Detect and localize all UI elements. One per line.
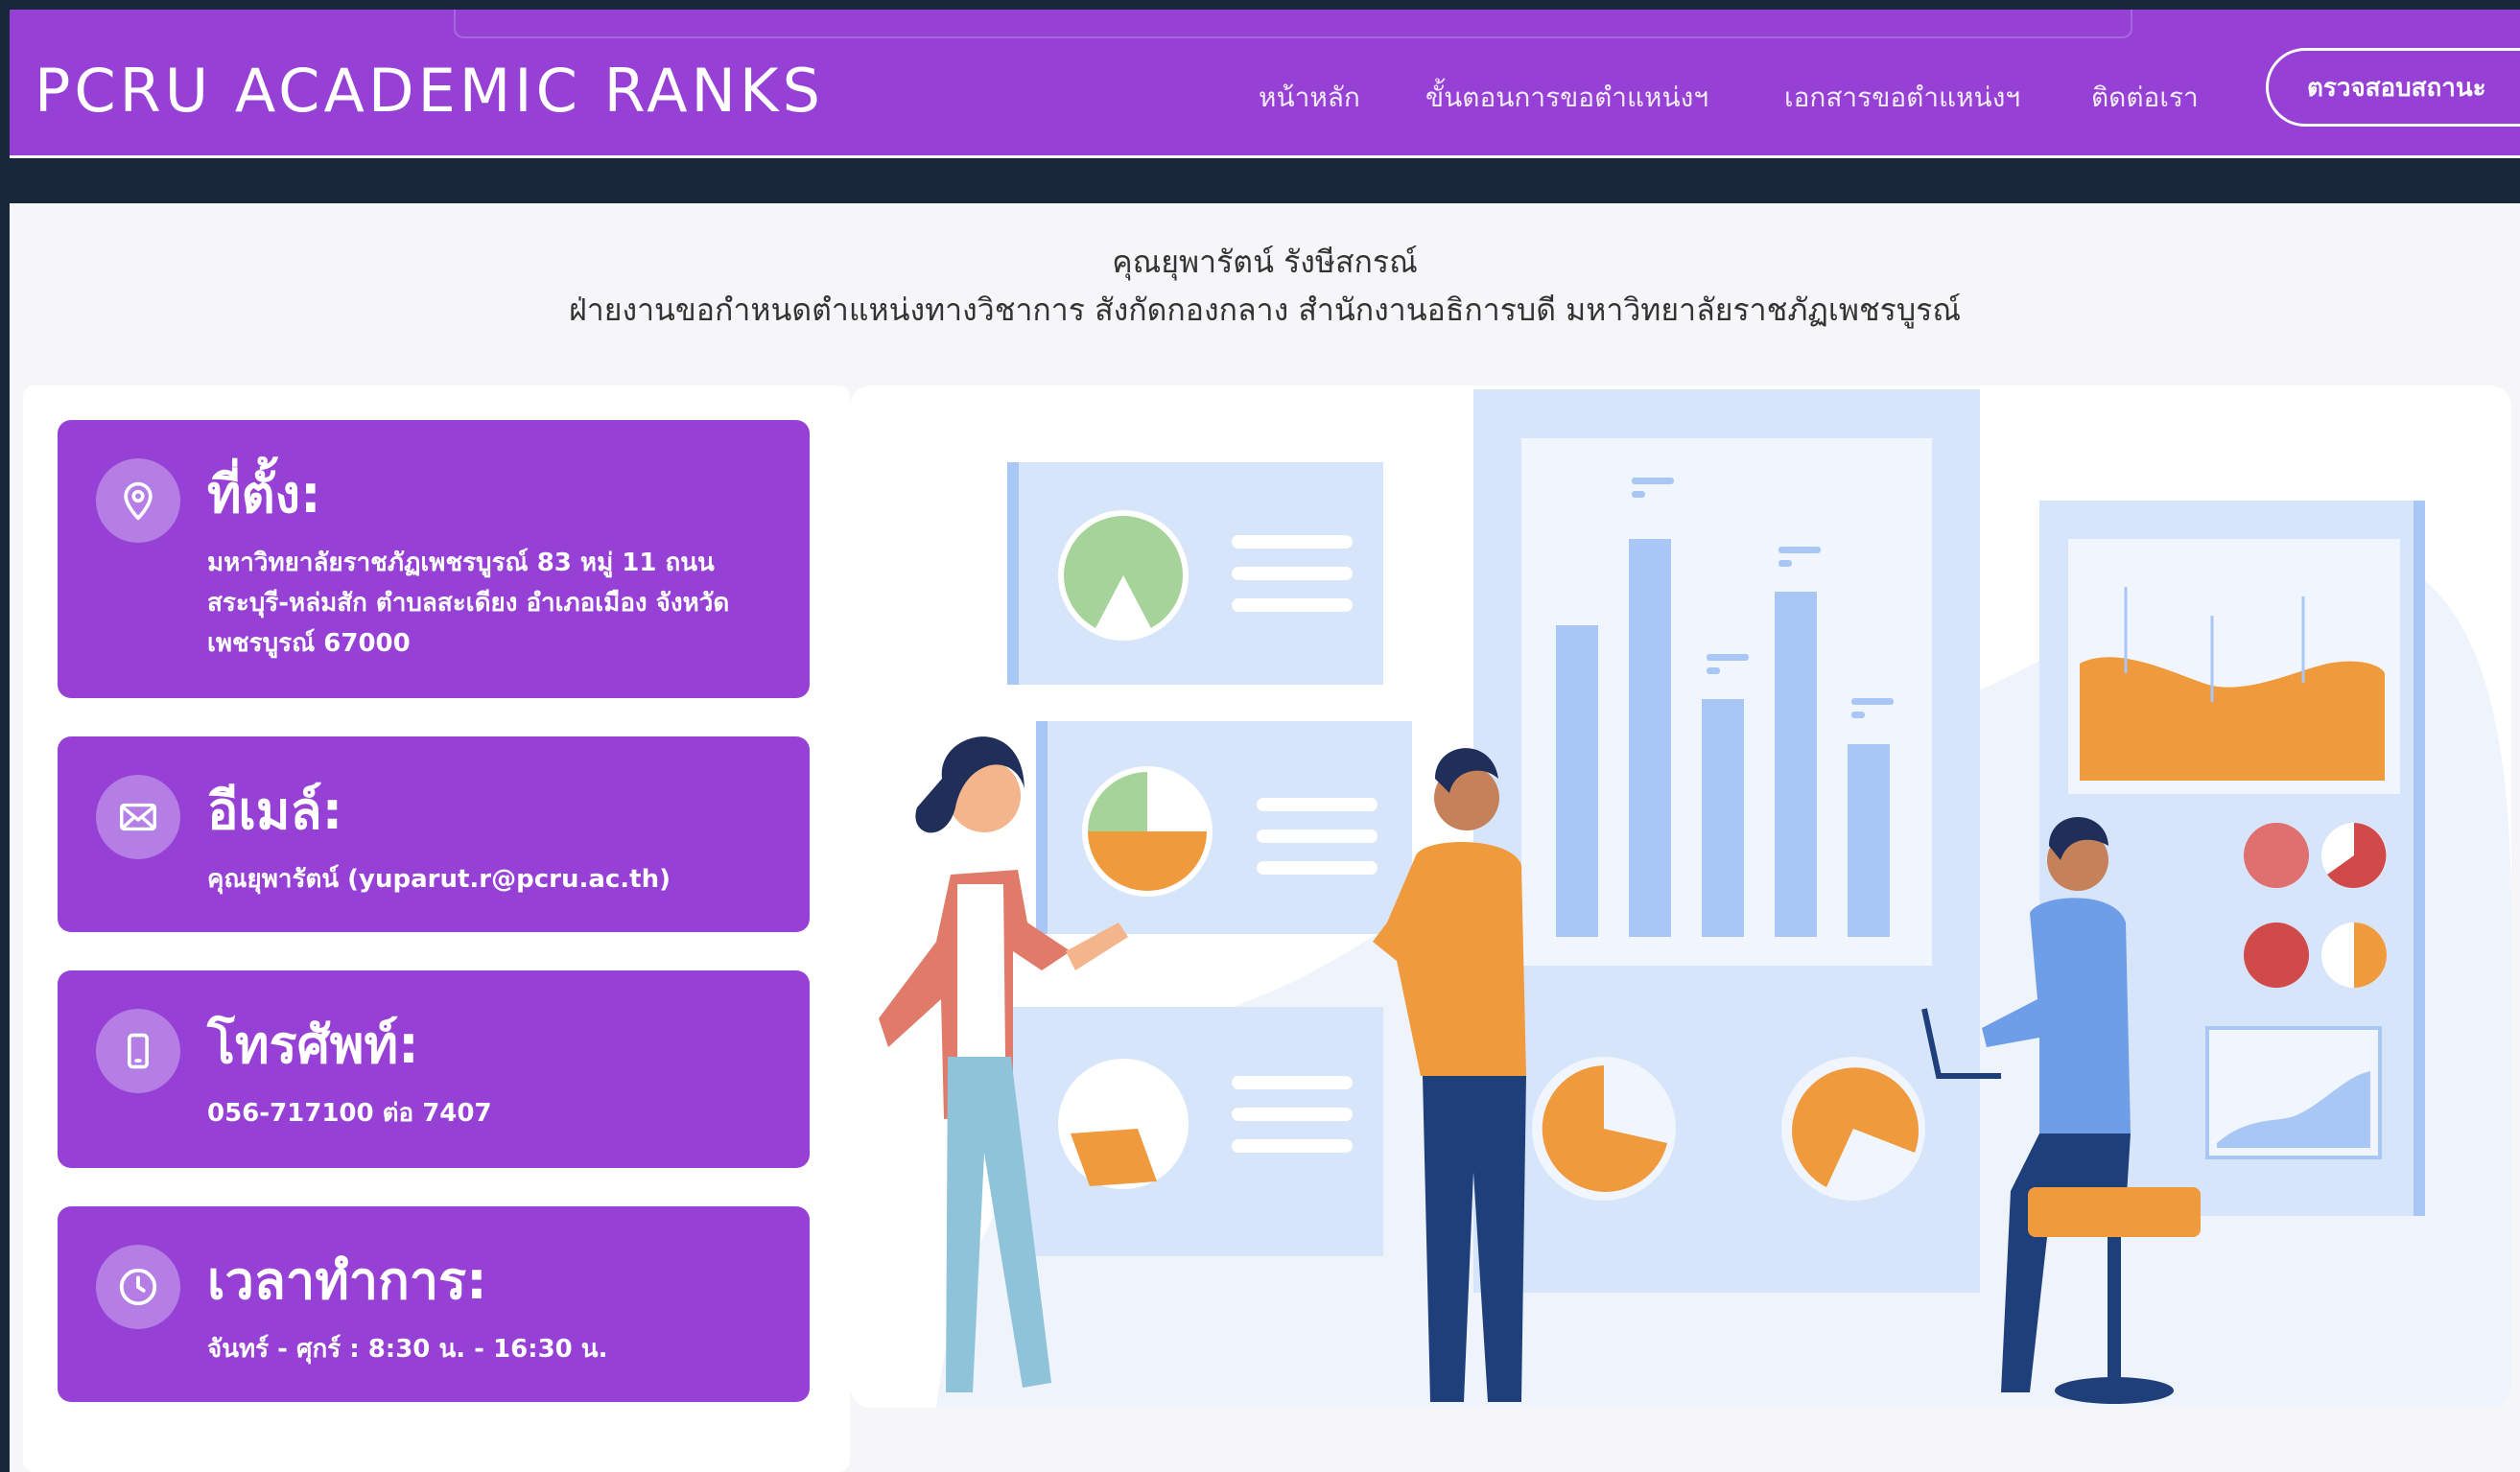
contact-section: คุณยุพารัตน์ รังษีสกรณ์ ฝ่ายงานขอกำหนดตำ… [10, 203, 2520, 1472]
location-card: ที่ตั้ง: มหาวิทยาลัยราชภัฏเพชรบูรณ์ 83 ห… [58, 420, 810, 698]
check-status-button[interactable]: ตรวจสอบสถานะ [2266, 48, 2520, 127]
team-analytics-illustration [879, 389, 2511, 1408]
clock-icon [96, 1245, 180, 1329]
hours-card: เวลาทำการ: จันทร์ - ศุกร์ : 8:30 น. - 16… [58, 1206, 810, 1402]
mobile-phone-icon [96, 1009, 180, 1093]
location-address: มหาวิทยาลัยราชภัฏเพชรบูรณ์ 83 หมู่ 11 ถน… [207, 549, 730, 658]
analytics-illustration [850, 386, 2511, 1408]
navbar-decoration [454, 10, 2132, 38]
nav-link-contact[interactable]: ติดต่อเรา [2091, 77, 2199, 119]
office-hours: จันทร์ - ศุกร์ : 8:30 น. - 16:30 น. [207, 1335, 608, 1364]
hours-title: เวลาทำการ: [207, 1250, 487, 1311]
email-address[interactable]: คุณยุพารัตน์ (yuparut.r@pcru.ac.th) [207, 859, 783, 900]
contact-info-column: ที่ตั้ง: มหาวิทยาลัยราชภัฏเพชรบูรณ์ 83 ห… [23, 386, 850, 1472]
site-brand[interactable]: PCRU ACADEMIC RANKS [35, 56, 824, 126]
phone-number[interactable]: 056-717100 ต่อ 7407 [207, 1093, 783, 1133]
phone-title: โทรศัพท์: [207, 1015, 419, 1075]
nav-link-procedure[interactable]: ขั้นตอนการขอตำแหน่งฯ [1425, 77, 1708, 119]
location-title: ที่ตั้ง: [207, 464, 321, 525]
phone-card: โทรศัพท์: 056-717100 ต่อ 7407 [58, 970, 810, 1168]
nav-link-documents[interactable]: เอกสารขอตำแหน่งฯ [1784, 77, 2020, 119]
email-title: อีเมล์: [207, 781, 343, 841]
envelope-icon [96, 775, 180, 859]
email-card: อีเมล์: คุณยุพารัตน์ (yuparut.r@pcru.ac.… [58, 736, 810, 932]
top-navbar: PCRU ACADEMIC RANKS หน้าหลัก ขั้นตอนการข… [10, 10, 2520, 158]
contact-department: ฝ่ายงานขอกำหนดตำแหน่งทางวิชาการ สังกัดกอ… [568, 292, 1962, 328]
map-pin-icon [96, 458, 180, 543]
contact-person-name: คุณยุพารัตน์ รังษีสกรณ์ [1112, 244, 1418, 280]
nav-link-home[interactable]: หน้าหลัก [1259, 77, 1360, 119]
